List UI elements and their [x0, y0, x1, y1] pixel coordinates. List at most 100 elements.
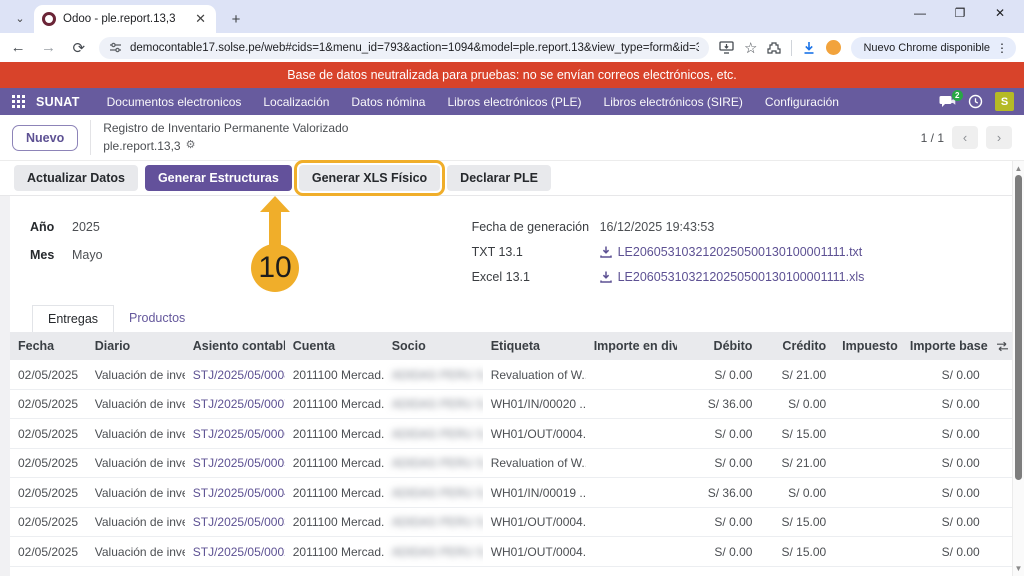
cell-cuenta[interactable]: 2011100 Mercad... — [285, 389, 384, 419]
cell-etiqueta[interactable]: Revaluation of W... — [483, 360, 586, 389]
cell-etiqueta[interactable]: WH01/OUT/0004... — [483, 566, 586, 576]
cell-debito[interactable]: S/ 0.00 — [677, 507, 761, 537]
menu-datos-nomina[interactable]: Datos nómina — [342, 95, 434, 109]
extensions-icon[interactable] — [767, 41, 781, 55]
cell-credito[interactable]: S/ 21.00 — [760, 448, 834, 478]
chat-icon[interactable]: 2 — [939, 95, 956, 109]
menu-libros-sire[interactable]: Libros electrónicos (SIRE) — [595, 95, 752, 109]
cell-cuenta[interactable]: 2011100 Mercad... — [285, 448, 384, 478]
cell-importe-div[interactable] — [586, 537, 677, 567]
cell-asiento[interactable]: STJ/2025/05/0005 — [185, 448, 285, 478]
col-fecha[interactable]: Fecha — [10, 332, 87, 360]
cell-asiento[interactable]: STJ/2025/05/0006 — [185, 419, 285, 449]
cell-impuesto[interactable] — [834, 389, 902, 419]
menu-localizacion[interactable]: Localización — [254, 95, 338, 109]
cell-socio[interactable]: ADIDAS PERU S.A.C — [384, 507, 483, 537]
pager-next-button[interactable]: › — [986, 126, 1012, 149]
menu-documentos-electronicos[interactable]: Documentos electronicos — [98, 95, 251, 109]
apps-grid-icon[interactable] — [12, 95, 26, 109]
col-importe-div[interactable]: Importe en div... — [586, 332, 677, 360]
cell-socio[interactable]: ADIDAS PERU S.A.C — [384, 419, 483, 449]
activities-clock-icon[interactable] — [968, 94, 983, 109]
cell-credito[interactable]: S/ 15.00 — [760, 537, 834, 567]
cell-fecha[interactable]: 02/05/2025 — [10, 389, 87, 419]
cell-cuenta[interactable]: 2011100 Mercad... — [285, 478, 384, 508]
cell-asiento[interactable]: STJ/2025/05/0008 — [185, 360, 285, 389]
cell-importe-div[interactable] — [586, 507, 677, 537]
cell-importe-div[interactable] — [586, 448, 677, 478]
cell-importe-base[interactable]: S/ 0.00 — [902, 419, 988, 449]
year-field[interactable]: 2025 — [72, 220, 100, 234]
cell-importe-base[interactable]: S/ 0.00 — [902, 448, 988, 478]
cell-diario[interactable]: Valuación de inve... — [87, 537, 185, 567]
cell-diario[interactable]: Valuación de inve... — [87, 419, 185, 449]
cell-diario[interactable]: Valuación de inve... — [87, 478, 185, 508]
cell-credito[interactable]: S/ 15.00 — [760, 419, 834, 449]
cell-debito[interactable]: S/ 0.00 — [677, 566, 761, 576]
table-row[interactable]: 02/05/2025Valuación de inve...STJ/2025/0… — [10, 566, 1012, 576]
reload-icon[interactable]: ⟳ — [69, 39, 89, 57]
cell-asiento[interactable]: STJ/2025/05/0007 — [185, 389, 285, 419]
cell-importe-div[interactable] — [586, 389, 677, 419]
cell-diario[interactable]: Valuación de inve... — [87, 448, 185, 478]
cell-debito[interactable]: S/ 0.00 — [677, 448, 761, 478]
new-record-button[interactable]: Nuevo — [12, 125, 78, 151]
cell-fecha[interactable]: 02/05/2025 — [10, 478, 87, 508]
bookmark-star-icon[interactable]: ☆ — [744, 39, 757, 57]
back-icon[interactable]: ← — [8, 39, 28, 56]
cell-impuesto[interactable] — [834, 448, 902, 478]
table-row[interactable]: 02/05/2025Valuación de inve...STJ/2025/0… — [10, 360, 1012, 389]
pager-prev-button[interactable]: ‹ — [952, 126, 978, 149]
cell-debito[interactable]: S/ 36.00 — [677, 389, 761, 419]
cell-socio[interactable]: ADIDAS PERU S.A.C — [384, 448, 483, 478]
cell-importe-div[interactable] — [586, 419, 677, 449]
cell-importe-base[interactable]: S/ 0.00 — [902, 537, 988, 567]
table-row[interactable]: 02/05/2025Valuación de inve...STJ/2025/0… — [10, 389, 1012, 419]
cell-etiqueta[interactable]: Revaluation of W... — [483, 448, 586, 478]
cell-socio[interactable]: ADIDAS PERU S.A.C — [384, 389, 483, 419]
table-row[interactable]: 02/05/2025Valuación de inve...STJ/2025/0… — [10, 448, 1012, 478]
cell-asiento[interactable]: STJ/2025/05/0002 — [185, 537, 285, 567]
cell-debito[interactable]: S/ 0.00 — [677, 537, 761, 567]
cell-importe-base[interactable]: S/ 0.00 — [902, 360, 988, 389]
cell-importe-base[interactable]: S/ 0.00 — [902, 566, 988, 576]
col-impuesto[interactable]: Impuesto — [834, 332, 902, 360]
col-asiento[interactable]: Asiento contable — [185, 332, 285, 360]
cell-impuesto[interactable] — [834, 537, 902, 567]
menu-libros-ple[interactable]: Libros electrónicos (PLE) — [438, 95, 590, 109]
cell-importe-div[interactable] — [586, 360, 677, 389]
cell-socio[interactable]: ADIDAS PERU S.A.C — [384, 566, 483, 576]
cell-credito[interactable]: S/ 0.00 — [760, 389, 834, 419]
cell-fecha[interactable]: 02/05/2025 — [10, 419, 87, 449]
cell-impuesto[interactable] — [834, 507, 902, 537]
col-etiqueta[interactable]: Etiqueta — [483, 332, 586, 360]
scroll-up-icon[interactable]: ▲ — [1013, 164, 1024, 173]
send-to-device-icon[interactable] — [719, 41, 734, 54]
table-row[interactable]: 02/05/2025Valuación de inve...STJ/2025/0… — [10, 537, 1012, 567]
table-row[interactable]: 02/05/2025Valuación de inve...STJ/2025/0… — [10, 419, 1012, 449]
col-importe-base[interactable]: Importe base — [902, 332, 988, 360]
cell-etiqueta[interactable]: WH01/OUT/0004... — [483, 419, 586, 449]
cell-socio[interactable]: ADIDAS PERU S.A.C — [384, 537, 483, 567]
adjust-columns-icon[interactable] — [996, 341, 1004, 352]
browser-tab[interactable]: Odoo - ple.report.13,3 ✕ — [34, 5, 216, 33]
cell-fecha[interactable]: 02/05/2025 — [10, 537, 87, 567]
address-bar[interactable]: democontable17.solse.pe/web#cids=1&menu_… — [99, 37, 709, 59]
close-button[interactable]: ✕ — [982, 0, 1018, 26]
txt-download-link[interactable]: LE2060531032120250500130100001111.txt — [600, 245, 863, 259]
cell-credito[interactable]: S/ 15.00 — [760, 566, 834, 576]
scrollbar-thumb[interactable] — [1015, 175, 1022, 480]
user-avatar[interactable]: S — [995, 92, 1014, 111]
minimize-button[interactable]: — — [902, 0, 938, 26]
cell-fecha[interactable]: 02/05/2025 — [10, 566, 87, 576]
app-brand[interactable]: SUNAT — [36, 95, 80, 109]
cell-diario[interactable]: Valuación de inve... — [87, 389, 185, 419]
table-row[interactable]: 02/05/2025Valuación de inve...STJ/2025/0… — [10, 507, 1012, 537]
table-row[interactable]: 02/05/2025Valuación de inve...STJ/2025/0… — [10, 478, 1012, 508]
new-tab-button[interactable]: + — [224, 7, 248, 31]
declare-ple-button[interactable]: Declarar PLE — [447, 165, 551, 191]
cell-debito[interactable]: S/ 0.00 — [677, 360, 761, 389]
cell-etiqueta[interactable]: WH01/OUT/0004... — [483, 537, 586, 567]
vertical-scrollbar[interactable]: ▲ ▼ — [1012, 161, 1024, 576]
cell-impuesto[interactable] — [834, 419, 902, 449]
